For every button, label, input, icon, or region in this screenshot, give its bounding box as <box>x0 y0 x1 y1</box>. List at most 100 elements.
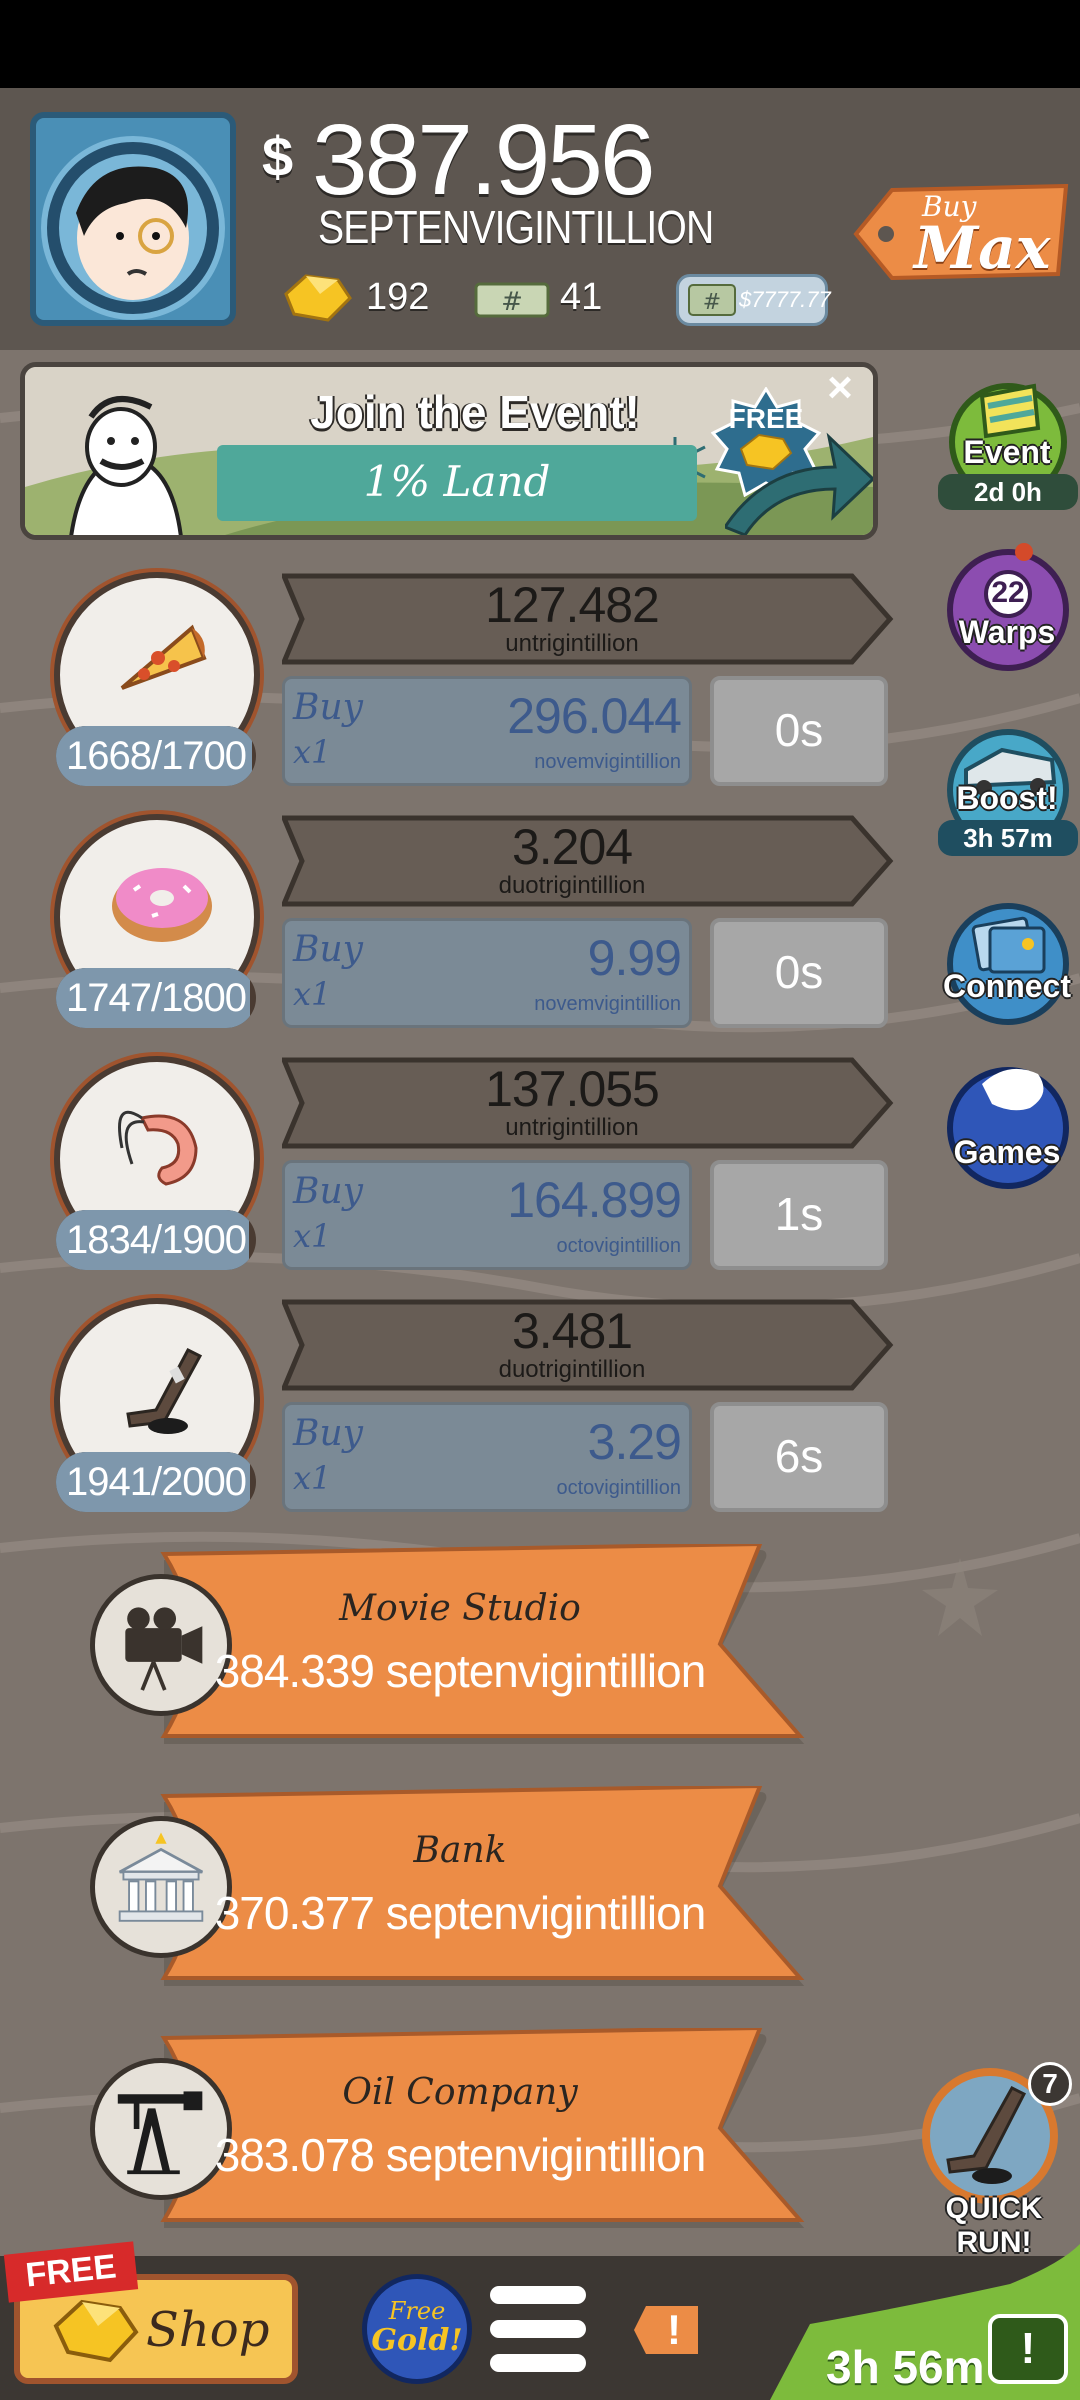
warps-count: 22 <box>991 576 1025 609</box>
buy-price: 9.99 <box>587 930 682 986</box>
header: $ 387.956 SEPTENVIGINTILLION 192 # 41 # … <box>0 88 1080 350</box>
warps-label: Warps <box>958 614 1056 650</box>
svg-text:#: # <box>501 287 523 317</box>
manager-price: 383.078 septenvigintillion <box>214 2129 707 2181</box>
level-text: 1668/1700 <box>65 734 247 778</box>
megabucks-icon: # <box>474 280 550 320</box>
manager-business-name: Movie Studio <box>339 1588 581 1629</box>
quick-run-button[interactable]: 7 QUICK RUN! <box>914 2060 1074 2259</box>
buy-label: Buy <box>293 1171 363 1212</box>
event-side-label: Event <box>963 434 1051 470</box>
tv-mark: ! <box>1020 2324 1036 2373</box>
alert-mark: ! <box>667 2306 681 2353</box>
tv-ad-button[interactable]: ! <box>988 2314 1068 2384</box>
timer-box: 6s <box>710 1402 888 1512</box>
pizza-icon <box>120 624 207 690</box>
buy-button[interactable]: Buy x1 9.99 novemvigintillion <box>282 918 692 1028</box>
gold-icon <box>280 272 354 324</box>
event-close-icon[interactable]: × <box>818 366 862 412</box>
free-gold-button[interactable]: Free Gold! <box>362 2274 472 2384</box>
money-value: 387.956 <box>312 104 655 216</box>
manager-business-name: Bank <box>413 1830 507 1871</box>
hockey-icon <box>126 1348 203 1434</box>
level-owned: 1941 <box>65 1460 152 1504</box>
profit-unit: untrigintillion <box>505 630 639 657</box>
business-row: 1668/1700 127.482 untrigintillion Buy x1… <box>0 572 900 792</box>
timer-box: 0s <box>710 676 888 786</box>
movie-camera-icon <box>125 1607 203 1691</box>
manager-banner[interactable]: Oil Company 383.078 septenvigintillion <box>90 2028 810 2238</box>
profit-unit: duotrigintillion <box>498 872 646 899</box>
timer-box: 0s <box>710 918 888 1028</box>
quick-run-count: 7 <box>1028 2062 1072 2106</box>
buy-multiplier: x1 <box>293 1217 332 1255</box>
gold-count: 192 <box>366 276 430 318</box>
event-banner[interactable]: Join the Event! 1% Land FREE <box>20 362 878 540</box>
buy-button[interactable]: Buy x1 296.044 novemvigintillion <box>282 676 692 786</box>
buy-label: Buy <box>293 929 363 970</box>
level-max: 2000 <box>161 1460 247 1504</box>
buy-button[interactable]: Buy x1 3.29 octovigintillion <box>282 1402 692 1512</box>
event-title: Join the Event! <box>310 386 640 438</box>
menu-line <box>490 2354 586 2372</box>
profit-value: 127.482 <box>485 577 660 633</box>
boost-button[interactable]: Boost! 3h 57m <box>938 720 1078 870</box>
level-max: 1800 <box>161 976 247 1020</box>
manager-business-name: Oil Company <box>342 2072 578 2113</box>
level-progress-bar: 1941/2000 <box>56 1452 256 1512</box>
event-subtitle: 1% Land <box>363 457 551 506</box>
level-progress-bar: 1747/1800 <box>56 968 256 1028</box>
player-avatar[interactable] <box>30 112 236 326</box>
buy-button[interactable]: Buy x1 164.899 octovigintillion <box>282 1160 692 1270</box>
megabucks-count: 41 <box>560 276 603 318</box>
event-side-button[interactable]: Event 2d 0h <box>938 366 1078 516</box>
connect-button[interactable]: Connect <box>938 898 1078 1030</box>
megaticket-card[interactable]: # $7777.77 <box>676 274 831 326</box>
buy-label: Buy <box>293 1413 363 1454</box>
alert-button[interactable]: ! <box>632 2302 702 2358</box>
connect-label: Connect <box>943 968 1071 1004</box>
manager-price: 384.339 septenvigintillion <box>214 1645 707 1697</box>
buy-max-label: Max <box>914 214 1051 282</box>
avatar-face-icon <box>41 136 225 320</box>
connect-cards-icon <box>947 903 1069 1025</box>
level-max: 1900 <box>161 1218 247 1262</box>
currency-symbol: $ <box>262 125 294 188</box>
manager-banner[interactable]: Movie Studio 384.339 septenvigintillion <box>90 1544 810 1754</box>
free-ribbon-label: FREE <box>23 2247 118 2295</box>
boost-label: Boost! <box>956 780 1058 816</box>
level-text: 1747/1800 <box>65 976 247 1020</box>
event-time: 2d 0h <box>938 474 1078 510</box>
status-bar <box>0 0 1080 88</box>
level-owned: 1834 <box>65 1218 152 1262</box>
business-row: 1941/2000 3.481 duotrigintillion Buy x1 … <box>0 1298 900 1518</box>
profit-unit: untrigintillion <box>505 1114 639 1141</box>
menu-icon[interactable] <box>490 2286 586 2372</box>
business-row: 1834/1900 137.055 untrigintillion Buy x1… <box>0 1056 900 1276</box>
manager-banner[interactable]: Bank 370.377 septenvigintillion <box>90 1786 810 1996</box>
boost-time: 3h 57m <box>938 820 1078 856</box>
warps-button[interactable]: 22 Warps <box>938 530 1078 680</box>
profit-value: 137.055 <box>485 1061 660 1117</box>
bottom-timer: 3h 56m <box>826 2341 985 2393</box>
buy-max-button[interactable]: Buy Max <box>852 183 1074 282</box>
profit-value: 3.481 <box>511 1303 633 1359</box>
level-progress-bar: 1668/1700 <box>56 726 256 786</box>
level-text: 1941/2000 <box>65 1460 247 1504</box>
level-max: 1700 <box>161 734 247 778</box>
buy-price-unit: novemvigintillion <box>534 751 681 773</box>
profit-value: 3.204 <box>511 819 633 875</box>
buy-price-unit: novemvigintillion <box>534 993 681 1015</box>
games-button[interactable]: Games <box>938 1054 1078 1204</box>
svg-text:#: # <box>703 290 721 315</box>
buy-price-unit: octovigintillion <box>556 1235 681 1257</box>
buy-price: 3.29 <box>587 1414 682 1470</box>
manager-price: 370.377 septenvigintillion <box>214 1887 707 1939</box>
buy-price: 296.044 <box>507 688 682 744</box>
shop-label: Shop <box>146 2302 270 2358</box>
buy-price-unit: octovigintillion <box>556 1477 681 1499</box>
shrimp-icon <box>118 1110 198 1186</box>
menu-line <box>490 2320 586 2338</box>
games-label: Games <box>953 1134 1061 1170</box>
level-owned: 1747 <box>65 976 152 1020</box>
